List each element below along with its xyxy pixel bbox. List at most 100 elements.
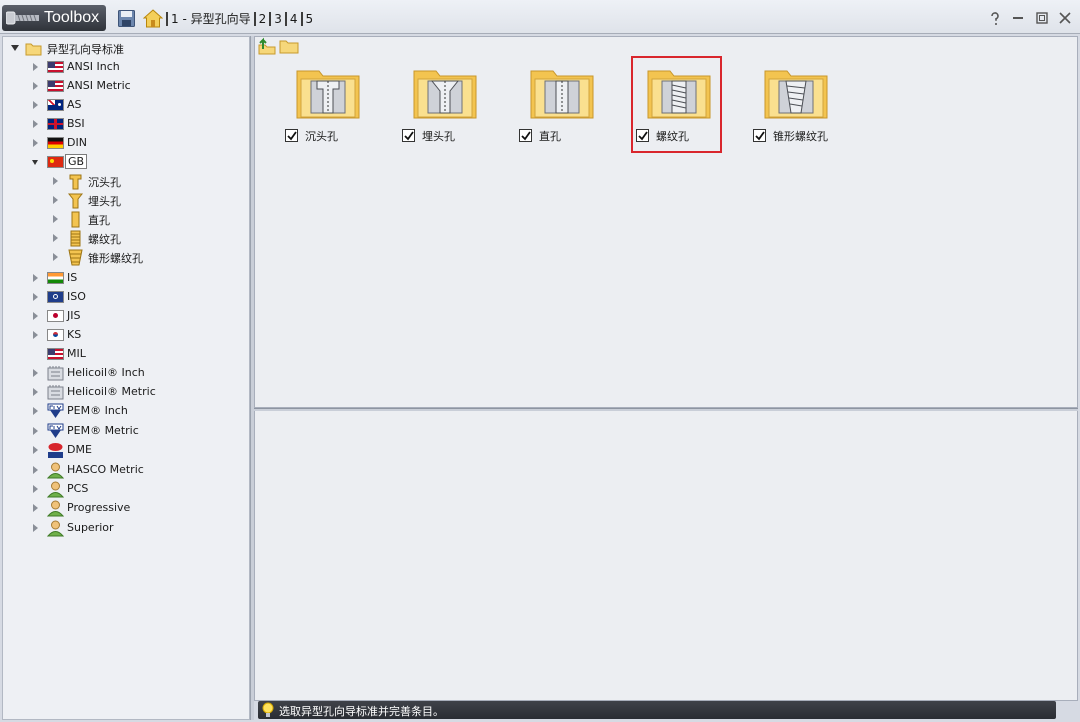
expand-arrow-icon[interactable] [33,446,38,454]
us-flag-icon [47,80,64,92]
user-icon [47,462,64,479]
home-icon[interactable] [143,9,163,28]
tree-item-label: PEM® Metric [67,424,139,437]
tree-child-label: 锥形螺纹孔 [88,252,143,265]
breadcrumb-step-1[interactable]: 1 - 异型孔向导 [166,12,254,26]
collapse-arrow-icon[interactable] [11,45,19,51]
expand-arrow-icon[interactable] [33,388,38,396]
hole-label: 螺纹孔 [656,130,689,143]
expand-arrow-icon[interactable] [53,177,58,185]
expand-arrow-icon[interactable] [53,196,58,204]
counterbore-folder-icon [296,70,360,119]
hole-checkbox[interactable] [285,129,298,142]
restore-icon[interactable] [1033,10,1051,26]
hole-label: 埋头孔 [422,130,455,143]
hole-label: 锥形螺纹孔 [773,130,828,143]
hole-item-embedded-head[interactable]: 埋头孔 [402,67,502,167]
expand-arrow-icon[interactable] [33,101,38,109]
counterbore-hole-icon [69,174,82,190]
expand-arrow-icon[interactable] [33,312,38,320]
hole-label: 沉头孔 [305,130,338,143]
tree-item-label: Helicoil® Metric [67,385,156,398]
window-controls [984,10,1075,28]
tree-child-label: 螺纹孔 [88,233,121,246]
tree-item-label: BSI [67,117,85,130]
hole-item-threaded-hole[interactable]: 螺纹孔 [636,67,736,167]
help-icon[interactable] [986,10,1004,26]
expand-arrow-icon[interactable] [33,504,38,512]
tapered-thread-folder-icon [764,70,828,119]
lightbulb-icon [262,702,274,717]
tree-item-label: DIN [67,136,87,149]
breadcrumb-step-2[interactable]: 2 [253,12,270,26]
breadcrumb-step-4[interactable]: 4 [284,12,301,26]
user-icon [47,500,64,517]
hole-item-straight-hole[interactable]: 直孔 [519,67,619,167]
standards-tree[interactable]: 异型孔向导标准 ANSI Inch ANSI Metric AS BSI DIN… [2,36,250,720]
iso-flag-icon [47,291,64,303]
tree-item-label: GB [65,154,88,169]
expand-arrow-icon[interactable] [33,331,38,339]
expand-arrow-icon[interactable] [33,293,38,301]
hole-checkbox[interactable] [402,129,415,142]
tree-item-label: MIL [67,347,86,360]
germany-flag-icon [47,137,64,149]
toolbox-brand: Toolbox [2,5,106,31]
expand-arrow-icon[interactable] [33,485,38,493]
hole-type-pane: 沉头孔 埋头孔 直孔 螺纹孔 锥形螺纹孔 [254,36,1078,408]
expand-arrow-icon[interactable] [33,427,38,435]
title-bar: Toolbox 1 - 异型孔向导 2 3 4 5 [0,0,1080,34]
expand-arrow-icon[interactable] [33,63,38,71]
expand-arrow-icon[interactable] [33,407,38,415]
tree-item-label: Progressive [67,501,131,514]
folder-icon[interactable] [279,37,299,55]
hole-checkbox[interactable] [753,129,766,142]
expand-arrow-icon[interactable] [33,466,38,474]
tree-item-label: Helicoil® Inch [67,366,145,379]
threaded-hole-icon [70,230,81,247]
us-flag-icon [47,348,64,360]
detail-pane [254,411,1078,701]
us-flag-icon [47,61,64,73]
expand-arrow-icon[interactable] [33,274,38,282]
tree-item-label: KS [67,328,82,341]
countersink-hole-icon [67,193,84,209]
collapse-arrow-icon[interactable] [32,160,38,165]
close-icon[interactable] [1056,10,1074,26]
expand-arrow-icon[interactable] [33,82,38,90]
dme-icon [48,443,63,458]
up-folder-icon[interactable] [257,37,277,55]
hole-checkbox[interactable] [519,129,532,142]
breadcrumb-step-5[interactable]: 5 [300,12,317,26]
hole-item-tapered-thread[interactable]: 锥形螺纹孔 [753,67,853,167]
tree-item-label: AS [67,98,82,111]
tree-item-label: PEM® Inch [67,404,128,417]
expand-arrow-icon[interactable] [53,215,58,223]
save-icon[interactable] [118,10,135,27]
tree-item-label: ANSI Metric [67,79,131,92]
tree-item-label: JIS [67,309,81,322]
tapered-thread-hole-icon [68,249,83,266]
expand-arrow-icon[interactable] [53,253,58,261]
expand-arrow-icon[interactable] [33,139,38,147]
expand-arrow-icon[interactable] [33,369,38,377]
tree-item-label: PCS [67,482,89,495]
expand-arrow-icon[interactable] [53,234,58,242]
breadcrumb-step-3[interactable]: 3 [269,12,285,26]
tree-item-label: HASCO Metric [67,463,144,476]
user-icon [47,481,64,498]
straight-hole-folder-icon [530,70,594,119]
hole-item-countersink[interactable]: 沉头孔 [285,67,385,167]
minimize-icon[interactable] [1009,10,1027,26]
expand-arrow-icon[interactable] [33,524,38,532]
straight-hole-icon [71,211,80,228]
app-title: Toolbox [44,9,100,26]
tree-root-label: 异型孔向导标准 [47,43,124,56]
breadcrumb: 1 - 异型孔向导 2 3 4 5 [166,12,316,26]
status-text: 选取异型孔向导标准并完善条目。 [279,705,444,718]
helicoil-icon [47,385,64,400]
hole-label: 直孔 [539,130,561,143]
hole-checkbox[interactable] [636,129,649,142]
expand-arrow-icon[interactable] [33,120,38,128]
china-flag-icon [47,156,64,168]
